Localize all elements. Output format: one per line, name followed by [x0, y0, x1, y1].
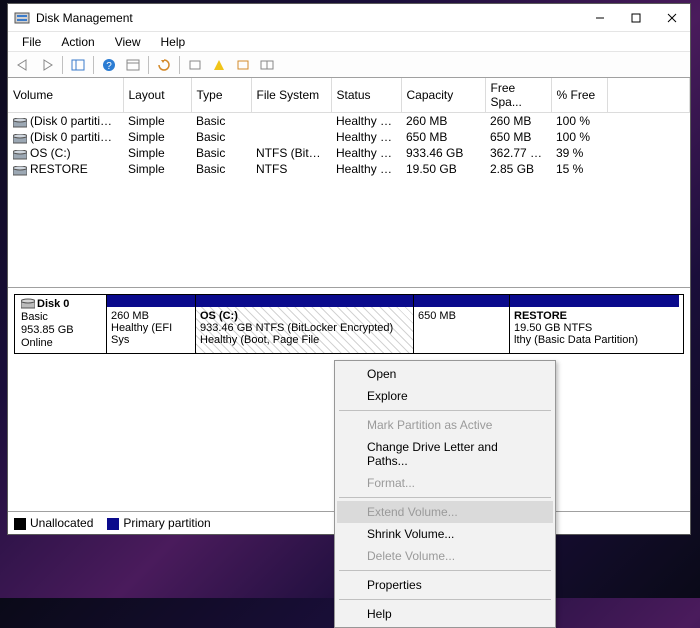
action-list-button[interactable] — [122, 54, 144, 76]
volume-icon — [13, 117, 27, 127]
disk-icon — [21, 298, 35, 310]
maximize-button[interactable] — [618, 4, 654, 32]
toolbar: ? — [8, 52, 690, 78]
toolbar-icon-4[interactable] — [256, 54, 278, 76]
window-title: Disk Management — [36, 11, 582, 25]
context-menu-item[interactable]: Open — [337, 363, 553, 385]
col-status[interactable]: Status — [331, 78, 401, 113]
close-button[interactable] — [654, 4, 690, 32]
volume-row[interactable]: OS (C:)SimpleBasicNTFS (BitLo...Healthy … — [8, 145, 690, 161]
context-menu[interactable]: OpenExplore Mark Partition as ActiveChang… — [334, 360, 556, 628]
context-menu-item[interactable]: Shrink Volume... — [337, 523, 553, 545]
context-menu-item: Mark Partition as Active — [337, 414, 553, 436]
refresh-button[interactable] — [153, 54, 175, 76]
legend-swatch-unallocated — [14, 518, 26, 530]
svg-text:?: ? — [106, 61, 112, 72]
legend-label: Primary partition — [123, 516, 210, 530]
partition[interactable]: RESTORE19.50 GB NTFSlthy (Basic Data Par… — [509, 295, 679, 353]
col-type[interactable]: Type — [191, 78, 251, 113]
partition[interactable]: 650 MB — [413, 295, 509, 353]
help-button[interactable]: ? — [98, 54, 120, 76]
menu-file[interactable]: File — [12, 33, 51, 51]
menu-view[interactable]: View — [105, 33, 151, 51]
col-pctfree[interactable]: % Free — [551, 78, 607, 113]
forward-button[interactable] — [36, 54, 58, 76]
volume-row[interactable]: RESTORESimpleBasicNTFSHealthy (B...19.50… — [8, 161, 690, 177]
legend-label: Unallocated — [30, 516, 93, 530]
context-menu-item[interactable]: Explore — [337, 385, 553, 407]
col-volume[interactable]: Volume — [8, 78, 123, 113]
legend-swatch-primary — [107, 518, 119, 530]
app-icon — [14, 10, 30, 26]
context-menu-item: Extend Volume... — [337, 501, 553, 523]
toolbar-icon-2[interactable] — [208, 54, 230, 76]
context-menu-item[interactable]: Help — [337, 603, 553, 625]
col-freespace[interactable]: Free Spa... — [485, 78, 551, 113]
context-menu-separator — [339, 570, 551, 571]
volume-icon — [13, 165, 27, 175]
disk-header[interactable]: Disk 0 Basic 953.85 GB Online — [15, 295, 107, 353]
show-hide-tree-button[interactable] — [67, 54, 89, 76]
context-menu-item[interactable]: Change Drive Letter and Paths... — [337, 436, 553, 472]
context-menu-separator — [339, 497, 551, 498]
back-button[interactable] — [12, 54, 34, 76]
volume-row[interactable]: (Disk 0 partition 4)SimpleBasicHealthy (… — [8, 129, 690, 145]
col-capacity[interactable]: Capacity — [401, 78, 485, 113]
volume-list[interactable]: Volume Layout Type File System Status Ca… — [8, 78, 690, 288]
menu-help[interactable]: Help — [151, 33, 196, 51]
volume-list-header[interactable]: Volume Layout Type File System Status Ca… — [8, 78, 690, 113]
disk-row-0: Disk 0 Basic 953.85 GB Online 260 MBHeal… — [14, 294, 684, 354]
context-menu-item[interactable]: Properties — [337, 574, 553, 596]
context-menu-item: Format... — [337, 472, 553, 494]
volume-row[interactable]: (Disk 0 partition 1)SimpleBasicHealthy (… — [8, 113, 690, 130]
volume-icon — [13, 133, 27, 143]
partition[interactable]: 260 MBHealthy (EFI Sys — [107, 295, 195, 353]
col-layout[interactable]: Layout — [123, 78, 191, 113]
context-menu-separator — [339, 599, 551, 600]
menubar: File Action View Help — [8, 32, 690, 52]
toolbar-icon-3[interactable] — [232, 54, 254, 76]
minimize-button[interactable] — [582, 4, 618, 32]
titlebar[interactable]: Disk Management — [8, 4, 690, 32]
menu-action[interactable]: Action — [51, 33, 104, 51]
volume-icon — [13, 149, 27, 159]
context-menu-item: Delete Volume... — [337, 545, 553, 567]
toolbar-icon-1[interactable] — [184, 54, 206, 76]
col-filesystem[interactable]: File System — [251, 78, 331, 113]
context-menu-separator — [339, 410, 551, 411]
partition[interactable]: OS (C:)933.46 GB NTFS (BitLocker Encrypt… — [195, 295, 413, 353]
